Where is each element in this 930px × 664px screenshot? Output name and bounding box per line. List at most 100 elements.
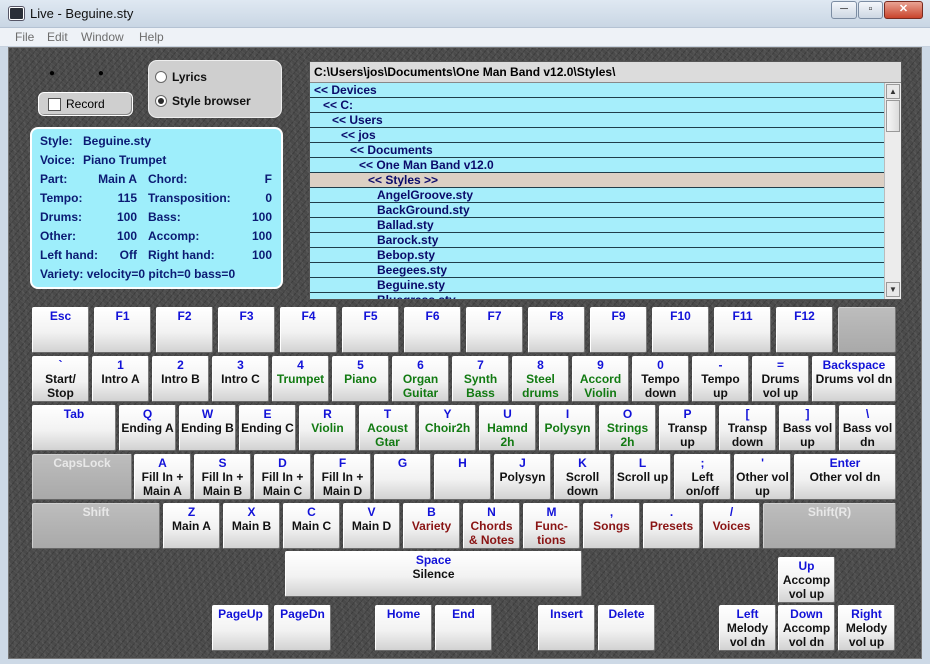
key-2[interactable]: 2 Intro B [152, 356, 209, 402]
key-down[interactable]: Down Accomp vol dn [778, 605, 835, 651]
key-quote[interactable]: ' Other vol up [734, 454, 791, 500]
key-capslock[interactable]: CapsLock [32, 454, 132, 500]
key-x[interactable]: X Main B [223, 503, 280, 549]
scroll-up-icon[interactable]: ▲ [886, 84, 900, 99]
list-item[interactable]: Bebop.sty [310, 248, 884, 263]
key-u[interactable]: U Hamnd 2h [479, 405, 536, 451]
style-list[interactable]: << Devices << C: << Users << jos << Document… [310, 83, 884, 299]
menu-edit[interactable]: Edit [47, 30, 68, 44]
key-n[interactable]: N Chords & Notes [463, 503, 520, 549]
key-z[interactable]: Z Main A [163, 503, 220, 549]
key-f4[interactable]: F4 [280, 307, 337, 353]
list-item[interactable]: AngelGroove.sty [310, 188, 884, 203]
key-semicolon[interactable]: ; Left on/off [674, 454, 731, 500]
key-period[interactable]: . Presets [643, 503, 700, 549]
key-left[interactable]: Left Melody vol dn [719, 605, 776, 651]
key-home[interactable]: Home [375, 605, 432, 651]
key-shift[interactable]: Shift [32, 503, 160, 549]
key-h[interactable]: H [434, 454, 491, 500]
list-item[interactable]: << One Man Band v12.0 [310, 158, 884, 173]
key-f9[interactable]: F9 [590, 307, 647, 353]
key-rbracket[interactable]: ] Bass vol up [779, 405, 836, 451]
key-d[interactable]: D Fill In + Main C [254, 454, 311, 500]
key-f7[interactable]: F7 [466, 307, 523, 353]
key-pagedn[interactable]: PageDn [274, 605, 331, 651]
key-pageup[interactable]: PageUp [212, 605, 269, 651]
key-6[interactable]: 6 Organ Guitar [392, 356, 449, 402]
key-a[interactable]: A Fill In + Main A [134, 454, 191, 500]
minimize-button[interactable]: ─ [831, 1, 857, 19]
key-g[interactable]: G [374, 454, 431, 500]
key-5[interactable]: 5 Piano [332, 356, 389, 402]
key-f3[interactable]: F3 [218, 307, 275, 353]
list-item[interactable]: << C: [310, 98, 884, 113]
key-blank[interactable] [838, 307, 896, 353]
key-f6[interactable]: F6 [404, 307, 461, 353]
list-item[interactable]: << jos [310, 128, 884, 143]
scroll-thumb[interactable] [886, 100, 900, 132]
key-f[interactable]: F Fill In + Main D [314, 454, 371, 500]
key-f12[interactable]: F12 [776, 307, 833, 353]
key-0[interactable]: 0 Tempo down [632, 356, 689, 402]
lyrics-radio[interactable] [155, 71, 167, 83]
key-f2[interactable]: F2 [156, 307, 213, 353]
key-tab[interactable]: Tab [32, 405, 116, 451]
key-end[interactable]: End [435, 605, 492, 651]
key-i[interactable]: I Polysyn [539, 405, 596, 451]
key-o[interactable]: O Strings 2h [599, 405, 656, 451]
list-scrollbar[interactable]: ▲ ▼ [884, 83, 901, 299]
maximize-button[interactable]: ▫ [858, 1, 883, 19]
key-space[interactable]: Space Silence [285, 551, 582, 597]
key-j[interactable]: J Polysyn [494, 454, 551, 500]
key-k[interactable]: K Scroll down [554, 454, 611, 500]
key-backspace[interactable]: Backspace Drums vol dn [812, 356, 896, 402]
key-f1[interactable]: F1 [94, 307, 151, 353]
key-f10[interactable]: F10 [652, 307, 709, 353]
record-check-square[interactable] [48, 98, 61, 111]
list-item[interactable]: Beguine.sty [310, 278, 884, 293]
key-y[interactable]: Y Choir2h [419, 405, 476, 451]
key-right[interactable]: Right Melody vol up [838, 605, 895, 651]
key-up[interactable]: Up Accomp vol up [778, 557, 835, 603]
list-item[interactable]: << Users [310, 113, 884, 128]
key-7[interactable]: 7 Synth Bass [452, 356, 509, 402]
key-minus[interactable]: - Tempo up [692, 356, 749, 402]
key-equals[interactable]: = Drums vol up [752, 356, 809, 402]
key-b[interactable]: B Variety [403, 503, 460, 549]
key-f5[interactable]: F5 [342, 307, 399, 353]
key-c[interactable]: C Main C [283, 503, 340, 549]
key-backslash[interactable]: \ Bass vol dn [839, 405, 896, 451]
key-f8[interactable]: F8 [528, 307, 585, 353]
key-r[interactable]: R Violin [299, 405, 356, 451]
key-w[interactable]: W Ending B [179, 405, 236, 451]
key-v[interactable]: V Main D [343, 503, 400, 549]
menu-window[interactable]: Window [81, 30, 124, 44]
key-3[interactable]: 3 Intro C [212, 356, 269, 402]
key-t[interactable]: T Acoust Gtar [359, 405, 416, 451]
key-esc[interactable]: Esc [32, 307, 89, 353]
list-item[interactable]: Ballad.sty [310, 218, 884, 233]
key-4[interactable]: 4 Trumpet [272, 356, 329, 402]
menu-help[interactable]: Help [139, 30, 164, 44]
key-comma[interactable]: , Songs [583, 503, 640, 549]
close-button[interactable]: ✕ [884, 1, 923, 19]
key-backtick[interactable]: ` Start/Stop [32, 356, 89, 402]
key-f11[interactable]: F11 [714, 307, 771, 353]
style-browser-radio[interactable] [155, 95, 167, 107]
list-item[interactable]: Barock.sty [310, 233, 884, 248]
key-q[interactable]: Q Ending A [119, 405, 176, 451]
list-item[interactable]: << Styles >> [310, 173, 884, 188]
key-insert[interactable]: Insert [538, 605, 595, 651]
key-1[interactable]: 1 Intro A [92, 356, 149, 402]
key-lbracket[interactable]: [Transp down [719, 405, 776, 451]
list-item[interactable]: << Documents [310, 143, 884, 158]
list-item[interactable]: Bluegrass.sty [310, 293, 884, 299]
key-s[interactable]: S Fill In + Main B [194, 454, 251, 500]
key-8[interactable]: 8 Steel drums [512, 356, 569, 402]
key-p[interactable]: P Transp up [659, 405, 716, 451]
scroll-down-icon[interactable]: ▼ [886, 282, 900, 297]
key-enter[interactable]: Enter Other vol dn [794, 454, 896, 500]
menu-file[interactable]: File [15, 30, 34, 44]
key-delete[interactable]: Delete [598, 605, 655, 651]
key-shiftr[interactable]: Shift(R) [763, 503, 896, 549]
